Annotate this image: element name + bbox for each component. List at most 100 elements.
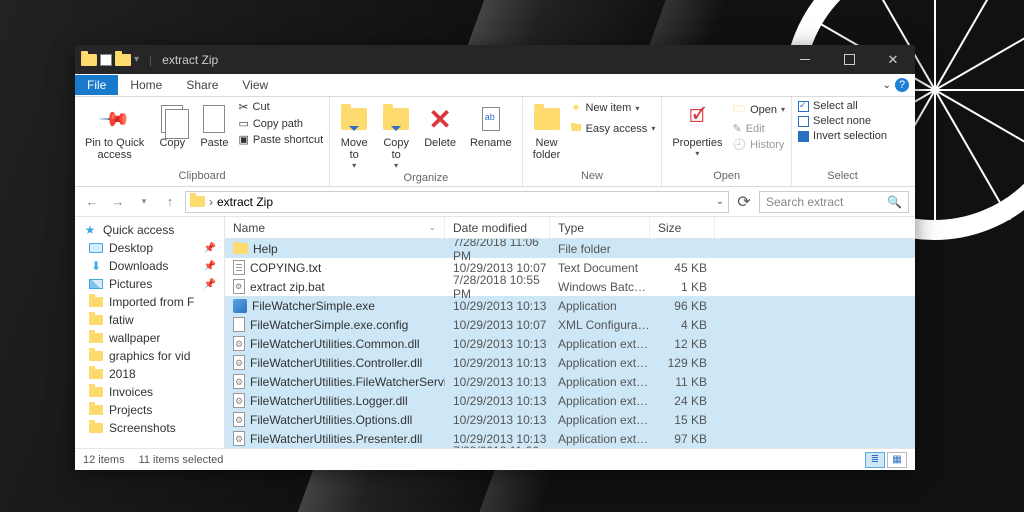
file-row[interactable]: FileWatcherUtilities.Options.dll10/29/20… bbox=[225, 410, 915, 429]
file-name: FileWatcherUtilities.Options.dll bbox=[250, 413, 412, 427]
sidebar-item-desktop[interactable]: Desktop📌 bbox=[75, 239, 224, 257]
paste-button[interactable]: Paste bbox=[196, 99, 232, 151]
file-size: 129 KB bbox=[650, 356, 715, 370]
help-button[interactable]: ? bbox=[895, 78, 909, 92]
collapse-ribbon-icon[interactable]: ⌄ bbox=[883, 80, 891, 91]
tab-file[interactable]: File bbox=[75, 75, 118, 95]
maximize-button[interactable] bbox=[827, 45, 871, 74]
file-type: File folder bbox=[550, 242, 650, 256]
file-name: FileWatcherSimple.exe.config bbox=[250, 318, 408, 332]
qat-props-icon[interactable] bbox=[100, 54, 112, 66]
file-name: COPYING.txt bbox=[250, 261, 321, 275]
sidebar-item-label: 2018 bbox=[109, 367, 136, 381]
paste-shortcut-button[interactable]: ▣Paste shortcut bbox=[238, 132, 323, 147]
qat-chevron-icon[interactable]: ▾ bbox=[134, 54, 139, 65]
window-title: extract Zip bbox=[162, 53, 218, 67]
search-icon: 🔍 bbox=[887, 195, 902, 209]
view-icons-button[interactable]: ▦ bbox=[887, 452, 907, 468]
sidebar-item-2018[interactable]: 2018 bbox=[75, 365, 224, 383]
down-icon: ⬇ bbox=[89, 259, 103, 273]
new-folder-button[interactable]: New folder bbox=[529, 99, 565, 163]
col-type[interactable]: Type bbox=[550, 217, 650, 238]
file-row[interactable]: FileWatcherUtilities.Presenter.dll10/29/… bbox=[225, 429, 915, 448]
col-name[interactable]: Name⌄ bbox=[225, 217, 445, 238]
file-row[interactable]: FileWatcherSimple.exe.config10/29/2013 1… bbox=[225, 315, 915, 334]
file-type: Text Document bbox=[550, 261, 650, 275]
folder-icon bbox=[81, 54, 97, 66]
pin-icon: 📌 bbox=[204, 279, 216, 290]
sidebar-item-projects[interactable]: Projects bbox=[75, 401, 224, 419]
up-button[interactable]: ↑ bbox=[159, 194, 181, 209]
view-details-button[interactable]: ≣ bbox=[865, 452, 885, 468]
file-row[interactable]: extract zip.bat7/28/2018 10:55 PMWindows… bbox=[225, 277, 915, 296]
recent-button[interactable]: ▾ bbox=[133, 196, 155, 207]
copy-path-button[interactable]: ▭Copy path bbox=[238, 116, 323, 131]
tab-home[interactable]: Home bbox=[118, 75, 174, 95]
file-row[interactable]: FileWatcherUtilities.Logger.dll10/29/201… bbox=[225, 391, 915, 410]
close-button[interactable] bbox=[871, 45, 915, 74]
copy-to-button[interactable]: Copy to▾ bbox=[378, 99, 414, 172]
forward-button[interactable]: → bbox=[107, 194, 129, 209]
new-item-button[interactable]: ✦New item ▾ bbox=[571, 99, 656, 117]
file-row[interactable]: Help7/28/2018 11:06 PMFile folder bbox=[225, 239, 915, 258]
explorer-window: ▾ | extract Zip File Home Share View ⌄ ?… bbox=[75, 45, 915, 470]
dll-icon bbox=[233, 374, 245, 389]
history-icon: 🕘 bbox=[732, 138, 746, 151]
folder-icon bbox=[89, 315, 103, 325]
titlebar[interactable]: ▾ | extract Zip bbox=[75, 45, 915, 74]
dll-icon bbox=[233, 336, 245, 351]
file-size: 11 KB bbox=[650, 375, 715, 389]
pin-to-quick-access-button[interactable]: 📌 Pin to Quick access bbox=[81, 99, 148, 163]
file-row[interactable]: FileWatcherUtilities.Controller.dll10/29… bbox=[225, 353, 915, 372]
select-none-button[interactable]: Select none bbox=[798, 114, 887, 128]
copy-button[interactable]: Copy bbox=[154, 99, 190, 151]
qat-newfolder-icon[interactable] bbox=[115, 54, 131, 66]
search-input[interactable]: Search extract 🔍 bbox=[759, 191, 909, 213]
moveto-icon bbox=[341, 108, 367, 130]
file-row[interactable]: FileWatcherUtilities.Common.dll10/29/201… bbox=[225, 334, 915, 353]
tab-share[interactable]: Share bbox=[174, 75, 230, 95]
breadcrumb[interactable]: › extract Zip ⌄ bbox=[185, 191, 729, 213]
path-chevron-icon[interactable]: ⌄ bbox=[716, 196, 724, 207]
move-to-button[interactable]: Move to▾ bbox=[336, 99, 372, 172]
edit-button: ✎Edit bbox=[732, 121, 785, 136]
sidebar-item-downloads[interactable]: ⬇Downloads📌 bbox=[75, 257, 224, 275]
tab-view[interactable]: View bbox=[230, 75, 280, 95]
sidebar-item-invoices[interactable]: Invoices bbox=[75, 383, 224, 401]
sidebar-item-fatiw[interactable]: fatiw bbox=[75, 311, 224, 329]
file-row[interactable]: FileWatcherSimple.exe10/29/2013 10:13App… bbox=[225, 296, 915, 315]
easy-access-button[interactable]: 🖿Easy access ▾ bbox=[571, 118, 656, 139]
dll-icon bbox=[233, 355, 245, 370]
col-size[interactable]: Size bbox=[650, 217, 715, 238]
folder-icon bbox=[233, 243, 248, 254]
file-name: Help bbox=[253, 242, 278, 256]
sidebar-item-pictures[interactable]: Pictures📌 bbox=[75, 275, 224, 293]
path-segment[interactable]: extract Zip bbox=[217, 195, 273, 209]
sidebar-item-quick-access[interactable]: ★Quick access bbox=[75, 221, 224, 239]
file-list: Help7/28/2018 11:06 PMFile folderCOPYING… bbox=[225, 239, 915, 448]
back-button[interactable]: ← bbox=[81, 194, 103, 209]
open-button[interactable]: 🗁Open ▾ bbox=[732, 99, 785, 120]
sidebar-item-wallpaper[interactable]: wallpaper bbox=[75, 329, 224, 347]
select-all-button[interactable]: Select all bbox=[798, 99, 887, 113]
sidebar-item-imported-from-f[interactable]: Imported from F bbox=[75, 293, 224, 311]
minimize-button[interactable] bbox=[783, 45, 827, 74]
invert-icon bbox=[798, 131, 809, 142]
col-date[interactable]: Date modified bbox=[445, 217, 550, 238]
copypath-icon: ▭ bbox=[238, 117, 248, 130]
properties-button[interactable]: 🗹 Properties▾ bbox=[668, 99, 726, 160]
rename-button[interactable]: Rename bbox=[466, 99, 516, 151]
sidebar-item-label: Imported from F bbox=[109, 295, 194, 309]
cfg-icon bbox=[233, 317, 245, 332]
rename-icon bbox=[482, 107, 500, 131]
cut-button[interactable]: ✂Cut bbox=[238, 99, 323, 115]
refresh-button[interactable]: ⟳ bbox=[733, 192, 755, 212]
sidebar-item-label: Downloads bbox=[109, 259, 168, 273]
invert-selection-button[interactable]: Invert selection bbox=[798, 129, 887, 143]
delete-button[interactable]: ✕ Delete bbox=[420, 99, 460, 151]
file-row[interactable]: COPYING.txt10/29/2013 10:07Text Document… bbox=[225, 258, 915, 277]
file-size: 1 KB bbox=[650, 280, 715, 294]
sidebar-item-graphics-for-vid[interactable]: graphics for vid bbox=[75, 347, 224, 365]
file-row[interactable]: FileWatcherUtilities.FileWatcherServiceC… bbox=[225, 372, 915, 391]
sidebar-item-screenshots[interactable]: Screenshots bbox=[75, 419, 224, 437]
